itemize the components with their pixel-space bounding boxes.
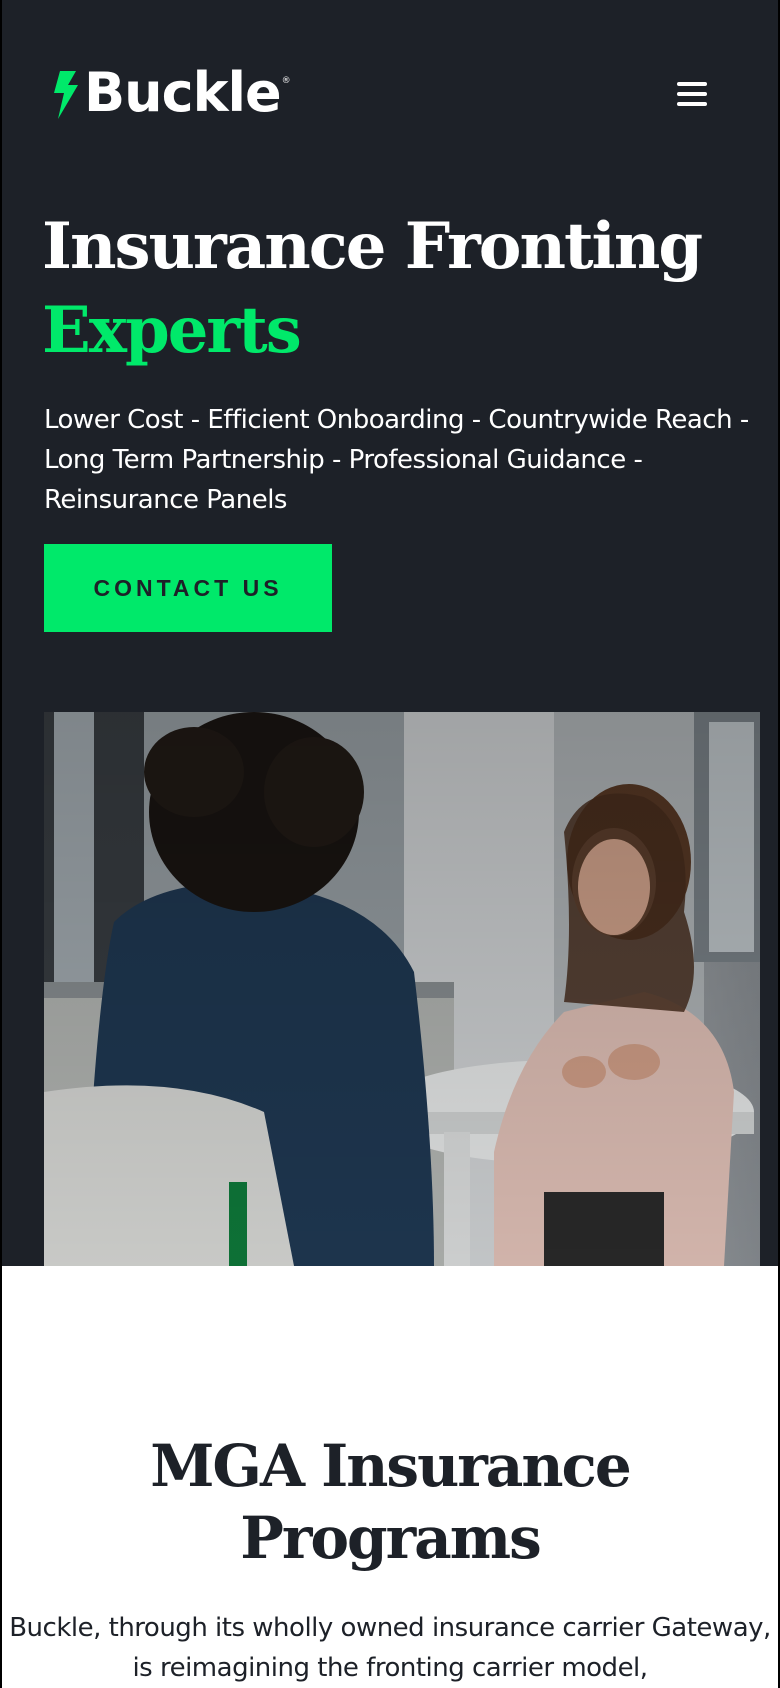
hero-title: Insurance Fronting Experts [42,205,762,373]
logo-text: Buckle [84,61,282,124]
page: Buckle ® Insurance Fronting Experts Lowe… [2,0,778,1688]
section-title: MGA Insurance Programs [2,1430,778,1574]
hero-photo [44,712,760,1266]
contact-us-button[interactable]: CONTACT US [44,544,332,632]
logo-mark-icon [54,71,78,119]
buckle-logo[interactable]: Buckle ® [52,62,291,124]
section-title-line1: MGA Insurance [150,1432,632,1500]
section-title-line2: Programs [240,1504,542,1572]
section-body: Buckle, through its wholly owned insuran… [9,1613,771,1683]
hero-title-accent: Experts [42,293,302,368]
hamburger-menu-icon [677,82,707,86]
logo-registered-mark: ® [281,76,291,86]
hamburger-menu-button[interactable] [670,74,714,114]
hero-subtitle: Lower Cost - Efficient Onboarding - Coun… [44,405,749,515]
hero-section: Buckle ® Insurance Fronting Experts Lowe… [2,0,778,1266]
hero-title-line1: Insurance Fronting [42,209,703,284]
